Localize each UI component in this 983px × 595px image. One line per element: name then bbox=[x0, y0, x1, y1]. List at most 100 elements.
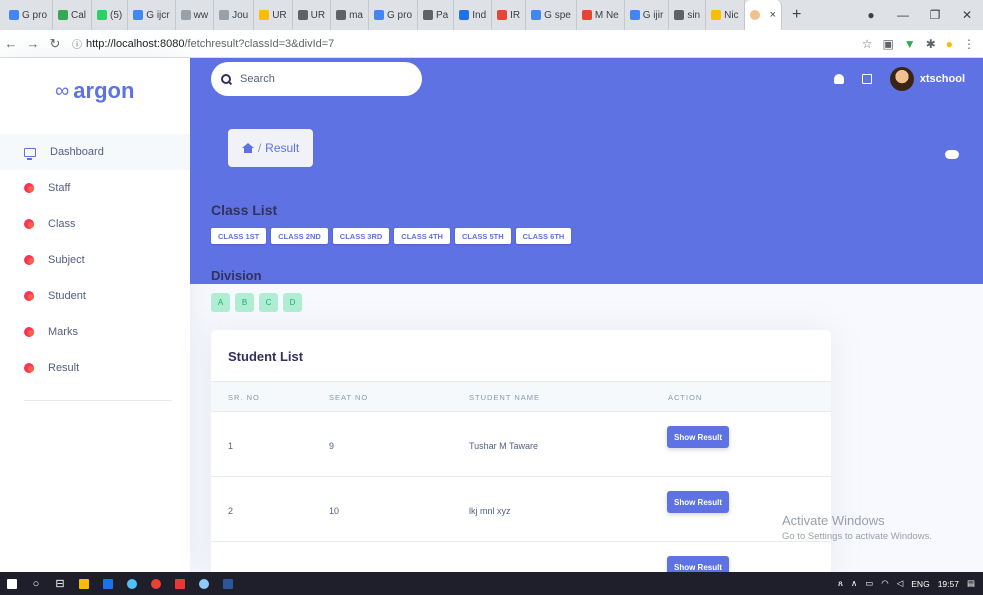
profile-icon[interactable]: ● bbox=[855, 8, 887, 22]
division-button[interactable]: B bbox=[235, 293, 254, 312]
app-icon-1[interactable] bbox=[96, 572, 120, 595]
class-button[interactable]: CLASS 5TH bbox=[454, 228, 511, 244]
app-icon-4[interactable] bbox=[192, 572, 216, 595]
sidebar-item-student[interactable]: Student bbox=[0, 278, 190, 314]
language-indicator[interactable]: ENG bbox=[911, 579, 929, 589]
favicon-icon bbox=[9, 10, 19, 20]
browser-tab[interactable]: G spe bbox=[526, 0, 577, 30]
division-button[interactable]: A bbox=[211, 293, 230, 312]
browser-tab[interactable]: G ijir bbox=[625, 0, 670, 30]
info-icon[interactable]: ⓘ bbox=[72, 36, 82, 51]
sidebar-item-subject[interactable]: Subject bbox=[0, 242, 190, 278]
division-button[interactable]: C bbox=[259, 293, 278, 312]
favicon-icon bbox=[629, 10, 640, 20]
minimize-icon[interactable]: — bbox=[887, 8, 919, 22]
tab-label: (5) bbox=[110, 9, 123, 21]
app-icon-2[interactable] bbox=[120, 572, 144, 595]
browser-tab[interactable]: Cal bbox=[53, 0, 93, 30]
sidebar-item-dashboard[interactable]: Dashboard bbox=[0, 134, 190, 170]
close-icon[interactable]: × bbox=[770, 9, 776, 21]
file-explorer-icon[interactable] bbox=[72, 572, 96, 595]
volume-icon[interactable]: ◁ bbox=[897, 578, 904, 589]
search-taskbar-icon[interactable]: ○ bbox=[24, 572, 48, 595]
username: xtschool bbox=[919, 73, 965, 85]
favicon-icon bbox=[459, 10, 470, 20]
sidebar-item-label: Marks bbox=[48, 326, 78, 338]
sidebar-item-staff[interactable]: Staff bbox=[0, 170, 190, 206]
sidebar-item-marks[interactable]: Marks bbox=[0, 314, 190, 350]
browser-tab[interactable]: ma bbox=[331, 0, 369, 30]
home-icon[interactable] bbox=[241, 143, 254, 153]
browser-tab[interactable]: sin bbox=[669, 0, 707, 30]
tab-label: G ijcr bbox=[146, 9, 170, 21]
division-button[interactable]: D bbox=[283, 293, 302, 312]
puzzle-icon[interactable]: ✱ bbox=[926, 37, 936, 51]
cell-seat: 10 bbox=[329, 506, 340, 516]
sidebar-item-class[interactable]: Class bbox=[0, 206, 190, 242]
browser-tab-strip: G pro Cal (5) G ijcr ww Jou UR UR ma G pro Pa Ind IR… bbox=[0, 0, 983, 30]
browser-tab[interactable]: ww bbox=[176, 0, 215, 30]
browser-tab[interactable]: Nic bbox=[706, 0, 745, 30]
browser-tab[interactable]: UR bbox=[293, 0, 332, 30]
browser-tab[interactable]: M Ne bbox=[577, 0, 625, 30]
class-button[interactable]: CLASS 3RD bbox=[332, 228, 390, 244]
search-input[interactable]: Search bbox=[211, 62, 422, 96]
wifi-icon[interactable]: ◠ bbox=[881, 578, 888, 589]
favicon-icon bbox=[711, 10, 722, 20]
maximize-icon[interactable]: ❐ bbox=[919, 8, 951, 22]
sidebar: ∞ argon Dashboard Staff Class Subject Studen… bbox=[0, 58, 190, 572]
copy-icon[interactable] bbox=[861, 74, 872, 84]
tab-label: Ind bbox=[472, 9, 487, 21]
cell-name: lkj mnl xyz bbox=[469, 506, 511, 516]
browser-tab[interactable]: Jou bbox=[214, 0, 255, 30]
tab-active[interactable]: × bbox=[744, 0, 782, 30]
user-menu[interactable]: xtschool bbox=[889, 67, 965, 91]
menu-icon[interactable]: ⋮ bbox=[963, 37, 975, 51]
planet-icon bbox=[24, 327, 34, 337]
browser-tab[interactable]: G pro bbox=[4, 0, 54, 30]
favicon-icon bbox=[97, 10, 108, 20]
favicon-icon bbox=[674, 10, 685, 20]
browser-tab[interactable]: IR bbox=[492, 0, 527, 30]
url-field[interactable]: ⓘ http://localhost:8080/fetchresult?clas… bbox=[72, 36, 334, 52]
browser-tab[interactable]: Pa bbox=[418, 0, 455, 30]
toggle-icon[interactable] bbox=[945, 150, 959, 159]
profile-avatar-icon[interactable]: ● bbox=[946, 37, 953, 51]
show-result-button[interactable]: Show Result bbox=[667, 426, 730, 448]
bell-icon[interactable] bbox=[833, 74, 844, 84]
reload-icon[interactable]: ↻ bbox=[44, 36, 66, 52]
browser-tab[interactable]: UR bbox=[254, 0, 293, 30]
star-icon[interactable]: ☆ bbox=[862, 37, 873, 51]
browser-tab[interactable]: G ijcr bbox=[128, 0, 176, 30]
class-button[interactable]: CLASS 6TH bbox=[515, 228, 572, 244]
chrome-icon[interactable] bbox=[144, 572, 168, 595]
windows-start-icon[interactable] bbox=[0, 572, 24, 595]
clock[interactable]: 19:57 bbox=[938, 579, 959, 589]
brand-logo[interactable]: ∞ argon bbox=[55, 78, 134, 104]
chevron-up-icon[interactable]: ∧ bbox=[851, 578, 857, 589]
favicon-icon bbox=[133, 10, 144, 20]
forward-icon[interactable]: → bbox=[22, 36, 44, 51]
browser-tab[interactable]: Ind bbox=[454, 0, 493, 30]
notification-icon[interactable]: ▤ bbox=[967, 578, 975, 589]
class-button[interactable]: CLASS 2ND bbox=[271, 228, 328, 244]
taskbar: ○ ⊟ ጸ ∧ ▭ ◠ ◁ ENG 19:57 ▤ bbox=[0, 572, 983, 595]
show-result-button[interactable]: Show Result bbox=[667, 491, 730, 513]
sidebar-divider bbox=[24, 400, 172, 401]
task-view-icon[interactable]: ⊟ bbox=[48, 572, 72, 595]
back-icon[interactable]: ← bbox=[0, 36, 22, 51]
extension-icon[interactable]: ▣ bbox=[882, 37, 893, 51]
browser-tab[interactable]: (5) bbox=[92, 0, 129, 30]
app-icon-3[interactable] bbox=[168, 572, 192, 595]
sidebar-item-result[interactable]: Result bbox=[0, 350, 190, 386]
class-button-group: CLASS 1ST CLASS 2ND CLASS 3RD CLASS 4TH CLAS… bbox=[211, 228, 572, 244]
browser-tab[interactable]: G pro bbox=[369, 0, 419, 30]
battery-icon[interactable]: ▭ bbox=[865, 578, 873, 589]
class-button[interactable]: CLASS 1ST bbox=[211, 228, 267, 244]
shield-icon[interactable]: ▼ bbox=[904, 37, 916, 51]
class-button[interactable]: CLASS 4TH bbox=[394, 228, 450, 244]
word-icon[interactable] bbox=[216, 572, 240, 595]
people-icon[interactable]: ጸ bbox=[838, 578, 843, 589]
new-tab-button[interactable]: + bbox=[782, 6, 811, 24]
window-close-icon[interactable]: ✕ bbox=[951, 8, 983, 22]
